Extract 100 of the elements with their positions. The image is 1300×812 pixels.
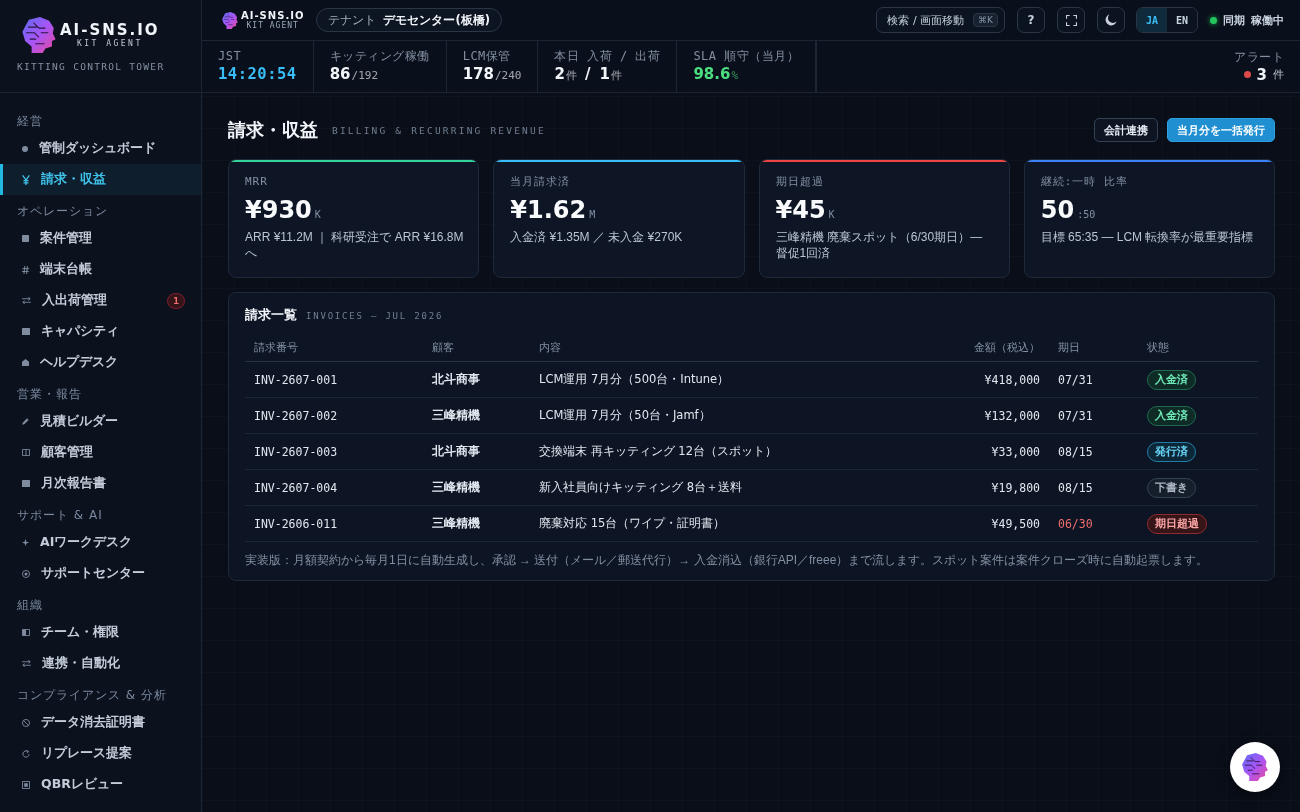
- half-square-icon: [22, 629, 30, 636]
- stat-value: 1: [599, 64, 610, 84]
- kpi-label: MRR: [245, 175, 269, 188]
- table-cell: ¥33,000: [900, 433, 1049, 470]
- language-tab[interactable]: EN: [1167, 8, 1197, 32]
- language-tab[interactable]: JA: [1137, 8, 1167, 32]
- kpi-label: 当月請求済: [510, 175, 572, 188]
- hash-icon: [22, 265, 29, 274]
- kpi-value: 50: [1040, 195, 1075, 225]
- panel-subtitle: INVOICES — JUL 2026: [306, 311, 444, 321]
- kpi-unit: K: [828, 209, 835, 220]
- nav-item[interactable]: 顧客管理: [0, 437, 201, 468]
- arrows-icon: [22, 660, 31, 667]
- block-icon: [22, 480, 30, 487]
- table-cell: 三峰精機: [423, 469, 530, 506]
- nav-item[interactable]: データ消去証明書: [0, 707, 201, 738]
- columns-icon: [22, 449, 30, 456]
- nav-item[interactable]: リプレース提案: [0, 738, 201, 769]
- nav-item[interactable]: 案件管理: [0, 223, 201, 254]
- search-button[interactable]: 検索 / 画面移動 ⌘K: [876, 7, 1005, 33]
- table-cell: 07/31: [1049, 361, 1138, 398]
- issue-all-button[interactable]: 当月分を一括発行: [1167, 118, 1275, 142]
- table-cell: 08/15: [1049, 433, 1138, 470]
- table-cell: 北斗商事: [423, 361, 530, 398]
- frame-icon: [22, 780, 30, 789]
- alert-unit: 件: [1273, 67, 1284, 82]
- nav-section-title: 組織: [16, 597, 44, 614]
- stat-value: 2: [554, 64, 565, 84]
- logo-icon: [22, 17, 56, 53]
- table-cell: 三峰精機: [423, 397, 530, 434]
- nav-item[interactable]: チーム・権限: [0, 617, 201, 648]
- table-cell: LCM運用 7月分（500台・Intune）: [530, 361, 900, 398]
- nav-item[interactable]: 見積ビルダー: [0, 406, 201, 437]
- nav-section-title: 経営: [16, 113, 44, 130]
- stat-label: LCM保管: [462, 48, 512, 63]
- status-badge: 下書き: [1147, 477, 1196, 498]
- nav-item[interactable]: サポートセンター: [0, 558, 201, 589]
- column-header: 期日: [1049, 334, 1138, 362]
- nav-item[interactable]: 管制ダッシュボード: [0, 133, 201, 164]
- stat-unit: 件: [565, 67, 577, 84]
- table-cell: 廃棄対応 15台（ワイプ・証明書）: [530, 505, 900, 542]
- house-icon: [22, 359, 29, 366]
- nav-item[interactable]: AIワークデスク: [0, 527, 201, 558]
- nav-item[interactable]: キャパシティ: [0, 316, 201, 347]
- table-cell: 三峰精機: [423, 505, 530, 542]
- nav-item[interactable]: ヘルプデスク: [0, 347, 201, 378]
- pencil-icon: [22, 418, 29, 425]
- nav-item[interactable]: QBRレビュー: [0, 769, 201, 800]
- stat-value: 178: [462, 64, 494, 84]
- table-cell: 北斗商事: [423, 433, 530, 470]
- kpi-value: ¥45: [775, 195, 826, 225]
- nav-item[interactable]: 請求・収益: [0, 164, 201, 195]
- column-header: 金額（税込）: [900, 334, 1049, 362]
- stat-unit: 件: [610, 67, 622, 84]
- table-cell: 新入社員向けキッティング 8台＋送料: [530, 469, 900, 506]
- kpi-note: 目標 65:35 — LCM 転換率が最重要指標: [1040, 229, 1255, 245]
- stat-label: 本日 入荷 / 出荷: [554, 48, 661, 63]
- nav-item[interactable]: 連携・自動化: [0, 648, 201, 679]
- stat-unit: /240: [494, 67, 522, 84]
- brand-tagline: KIT AGENT: [76, 38, 143, 49]
- alert-dot-icon: [1243, 71, 1251, 78]
- fullscreen-button[interactable]: [1057, 7, 1085, 33]
- refresh-icon: [22, 749, 30, 758]
- table-cell: INV-2607-003: [245, 433, 423, 470]
- shortcut-hint: ⌘K: [973, 13, 998, 27]
- brand-name: AI-SNS.IO: [60, 21, 160, 39]
- kpi-label: 期日超過: [775, 175, 825, 188]
- nav-section-title: オペレーション: [16, 203, 109, 220]
- page-title: 請求・収益: [228, 118, 318, 142]
- nav-section-title: コンプライアンス & 分析: [16, 687, 168, 704]
- kpi-note: 三峰精機 廃棄スポット（6/30期日）— 督促1回済: [775, 229, 984, 261]
- moon-icon: [1105, 14, 1117, 26]
- table-cell: 06/30: [1049, 505, 1138, 542]
- yen-icon: [22, 174, 30, 185]
- fullscreen-icon: [1065, 14, 1077, 26]
- stat-unit: %: [731, 67, 738, 84]
- nav-section-title: サポート & AI: [16, 507, 104, 524]
- nav-item[interactable]: 月次報告書: [0, 468, 201, 499]
- dot-icon: [22, 145, 28, 152]
- accounting-sync-button[interactable]: 会計連携: [1094, 118, 1158, 142]
- help-button[interactable]: ?: [1017, 7, 1045, 33]
- stat-separator: /: [584, 64, 591, 84]
- page-subtitle: BILLING & RECURRING REVENUE: [332, 124, 546, 136]
- nav-section-title: 営業・報告: [16, 386, 83, 403]
- nav-item[interactable]: 入出荷管理 1: [0, 285, 201, 316]
- logo-icon: [222, 11, 238, 29]
- count-badge: 1: [167, 292, 185, 309]
- table-cell: INV-2607-001: [245, 361, 423, 398]
- kpi-unit: K: [314, 209, 321, 220]
- table-cell: ¥132,000: [900, 397, 1049, 434]
- panel-title: 請求一覧: [245, 307, 297, 324]
- theme-button[interactable]: [1097, 7, 1125, 33]
- kpi-unit: :50: [1077, 209, 1096, 220]
- status-badge: 期日超過: [1147, 513, 1207, 534]
- nav-item[interactable]: 端末台帳: [0, 254, 201, 285]
- table-cell: 07/31: [1049, 397, 1138, 434]
- table-cell: INV-2607-002: [245, 397, 423, 434]
- status-badge: 入金済: [1147, 369, 1196, 390]
- column-header: 状態: [1138, 334, 1258, 362]
- kpi-value: ¥1.62: [510, 195, 587, 225]
